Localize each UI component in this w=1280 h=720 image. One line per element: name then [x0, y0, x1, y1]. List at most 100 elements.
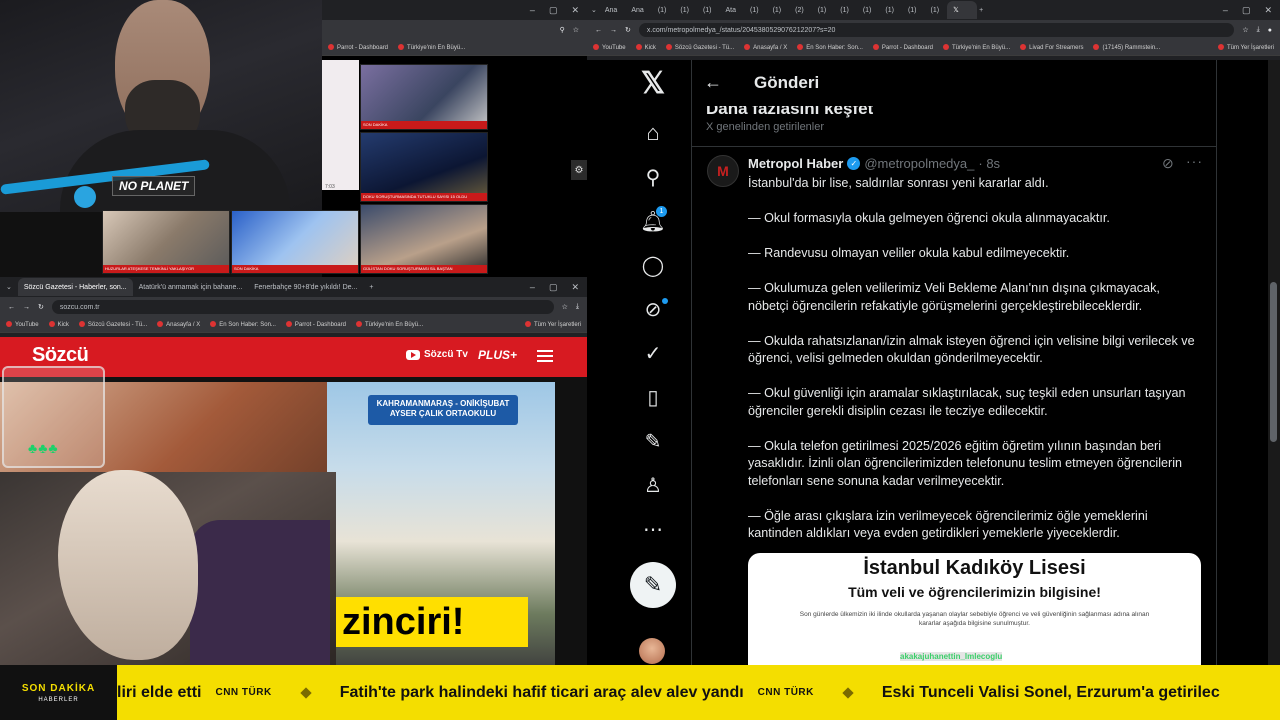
- browser-tab[interactable]: (1): [652, 1, 673, 19]
- download-icon[interactable]: ⤓: [576, 303, 579, 311]
- star-icon[interactable]: ☆: [573, 26, 579, 34]
- close-icon[interactable]: ✕: [1264, 5, 1272, 16]
- browser-tab[interactable]: (1): [857, 1, 878, 19]
- home-icon[interactable]: ⌂: [630, 116, 676, 150]
- tab-ataturk[interactable]: Atatürk'ü anmamak için bahane...: [133, 278, 249, 296]
- bookmark-item[interactable]: Kick: [636, 44, 656, 51]
- profile-icon[interactable]: ♙: [630, 468, 676, 502]
- bookmark-item[interactable]: Sözcü Gazetesi - Tü...: [79, 321, 147, 328]
- bookmarks-icon[interactable]: ▯: [630, 380, 676, 414]
- tab-sozcu[interactable]: Sözcü Gazetesi - Haberler, son...: [17, 278, 133, 296]
- notifications-icon[interactable]: 🔔︎ 1: [630, 204, 676, 238]
- browser-tab[interactable]: (1): [744, 1, 765, 19]
- more-icon[interactable]: ⋯: [630, 512, 676, 546]
- news-thumb[interactable]: GÜLİSTAN DOKU SORUŞTURMASI SİL BAŞTAN: [360, 204, 488, 274]
- browser-tab[interactable]: Ana: [625, 1, 649, 19]
- browser-tab-active[interactable]: 𝕏: [947, 1, 978, 19]
- url-field[interactable]: sozcu.com.tr: [51, 300, 554, 314]
- bookmark-item[interactable]: Parrot - Dashboard: [328, 44, 388, 51]
- profile-icon[interactable]: ●: [1268, 27, 1272, 34]
- news-thumb[interactable]: SON DAKİKA: [360, 64, 488, 130]
- bookmark-item[interactable]: Livad For Streamers: [1020, 44, 1083, 51]
- new-tab-icon[interactable]: +: [979, 7, 983, 14]
- gear-icon[interactable]: ⚙: [571, 160, 587, 180]
- star-icon[interactable]: ☆: [1242, 26, 1248, 34]
- post-image[interactable]: İstanbul Kadıköy Lisesi Tüm veli ve öğre…: [748, 553, 1201, 665]
- zoom-icon[interactable]: ⚲: [560, 26, 565, 34]
- x-logo-icon[interactable]: 𝕏: [630, 66, 676, 100]
- tab-search-icon[interactable]: ⌄: [0, 283, 18, 291]
- browser-tab[interactable]: (1): [879, 1, 900, 19]
- bookmark-item[interactable]: Türkiye'nin En Büyü...: [356, 321, 423, 328]
- browser-tab[interactable]: (1): [925, 1, 946, 19]
- maximize-icon[interactable]: ▢: [549, 282, 558, 293]
- sozcu-tv-link[interactable]: Sözcü Tv: [406, 349, 468, 360]
- tab-search-icon[interactable]: ⌄: [591, 6, 597, 14]
- back-icon[interactable]: ←: [595, 27, 602, 34]
- browser-tab[interactable]: (1): [767, 1, 788, 19]
- browser-tab[interactable]: (2): [789, 1, 810, 19]
- bookmark-item[interactable]: Türkiye'nin En Büyü...: [943, 44, 1010, 51]
- bookmark-item[interactable]: En Son Haber: Son...: [797, 44, 863, 51]
- close-icon[interactable]: ✕: [571, 282, 579, 293]
- minimize-icon[interactable]: –: [530, 5, 535, 16]
- bookmark-item[interactable]: (17145) Rammstein...: [1093, 44, 1160, 51]
- bookmark-item[interactable]: Parrot - Dashboard: [873, 44, 933, 51]
- bookmark-item[interactable]: Anasayfa / X: [744, 44, 787, 51]
- bookmark-item[interactable]: YouTube: [6, 321, 39, 328]
- sozcu-plus-link[interactable]: PLUS+: [478, 348, 517, 362]
- bookmark-item[interactable]: Türkiye'nin En Büyü...: [398, 44, 465, 51]
- download-icon[interactable]: ⤓: [1257, 26, 1260, 34]
- star-icon[interactable]: ☆: [562, 303, 568, 311]
- reload-icon[interactable]: ↻: [625, 26, 631, 34]
- account-avatar[interactable]: [639, 638, 665, 664]
- maximize-icon[interactable]: ▢: [1242, 5, 1251, 16]
- more-options-icon[interactable]: ···: [1186, 153, 1203, 169]
- browser-tab[interactable]: (1): [812, 1, 833, 19]
- minimize-icon[interactable]: –: [1223, 5, 1228, 16]
- post-avatar[interactable]: M: [707, 155, 739, 187]
- bookmark-item[interactable]: Anasayfa / X: [157, 321, 200, 328]
- sozcu-logo[interactable]: Sözcü: [32, 344, 89, 367]
- all-bookmarks[interactable]: Tüm Yer İşaretleri: [1218, 44, 1274, 51]
- all-bookmarks[interactable]: Tüm Yer İşaretleri: [525, 321, 581, 328]
- bookmark-item[interactable]: Parrot - Dashboard: [286, 321, 346, 328]
- browser-tab[interactable]: (1): [902, 1, 923, 19]
- browser-tab[interactable]: (1): [697, 1, 718, 19]
- post-handle[interactable]: @metropolmedya_: [864, 156, 974, 171]
- url-field[interactable]: x.com/metropolmedya_/status/204538052907…: [638, 23, 1235, 37]
- menu-icon[interactable]: [537, 350, 553, 362]
- articles-icon[interactable]: ✎: [630, 424, 676, 458]
- back-arrow-icon[interactable]: ←: [704, 72, 722, 93]
- tab-fenerbahce[interactable]: Fenerbahçe 90+8'de yıkıldı! De...: [248, 278, 363, 296]
- messages-icon[interactable]: ◯: [630, 248, 676, 282]
- reload-icon[interactable]: ↻: [38, 303, 44, 311]
- bookmark-item[interactable]: Kick: [49, 321, 69, 328]
- bookmark-item[interactable]: Sözcü Gazetesi - Tü...: [666, 44, 734, 51]
- post-time[interactable]: · 8s: [978, 156, 1000, 171]
- news-thumb[interactable]: HUZURLAR ATEŞKESE TEMKİNLİ YAKLAŞIYOR: [102, 210, 230, 274]
- browser-tab[interactable]: Ata: [720, 1, 743, 19]
- bookmark-item[interactable]: YouTube: [593, 44, 626, 51]
- browser-tab[interactable]: Ana: [599, 1, 623, 19]
- news-thumb[interactable]: SON DAKİKA: [231, 210, 359, 274]
- verified-icon[interactable]: ✓: [630, 336, 676, 370]
- compose-post-button[interactable]: ✎: [630, 562, 676, 608]
- news-thumb[interactable]: DOKU SORUŞTURMASINDA TUTUKLU SAYISI 15 O…: [360, 132, 488, 202]
- browser-tab[interactable]: (1): [674, 1, 695, 19]
- search-icon[interactable]: ⚲: [630, 160, 676, 194]
- forward-icon[interactable]: →: [610, 27, 617, 34]
- grok-explain-icon[interactable]: ⊘: [1162, 155, 1174, 172]
- forward-icon[interactable]: →: [23, 304, 30, 311]
- back-icon[interactable]: ←: [8, 304, 15, 311]
- maximize-icon[interactable]: ▢: [549, 5, 558, 16]
- scrollbar-thumb[interactable]: [1270, 282, 1277, 442]
- post-author-name[interactable]: Metropol Haber: [748, 156, 843, 171]
- bookmark-item[interactable]: En Son Haber: Son...: [210, 321, 276, 328]
- browser-tab[interactable]: (1): [834, 1, 855, 19]
- grok-icon[interactable]: ⊘: [630, 292, 676, 326]
- new-tab-icon[interactable]: +: [363, 284, 379, 291]
- headline-banner[interactable]: zinciri!: [336, 597, 528, 647]
- minimize-icon[interactable]: –: [530, 282, 535, 293]
- close-icon[interactable]: ✕: [571, 5, 579, 16]
